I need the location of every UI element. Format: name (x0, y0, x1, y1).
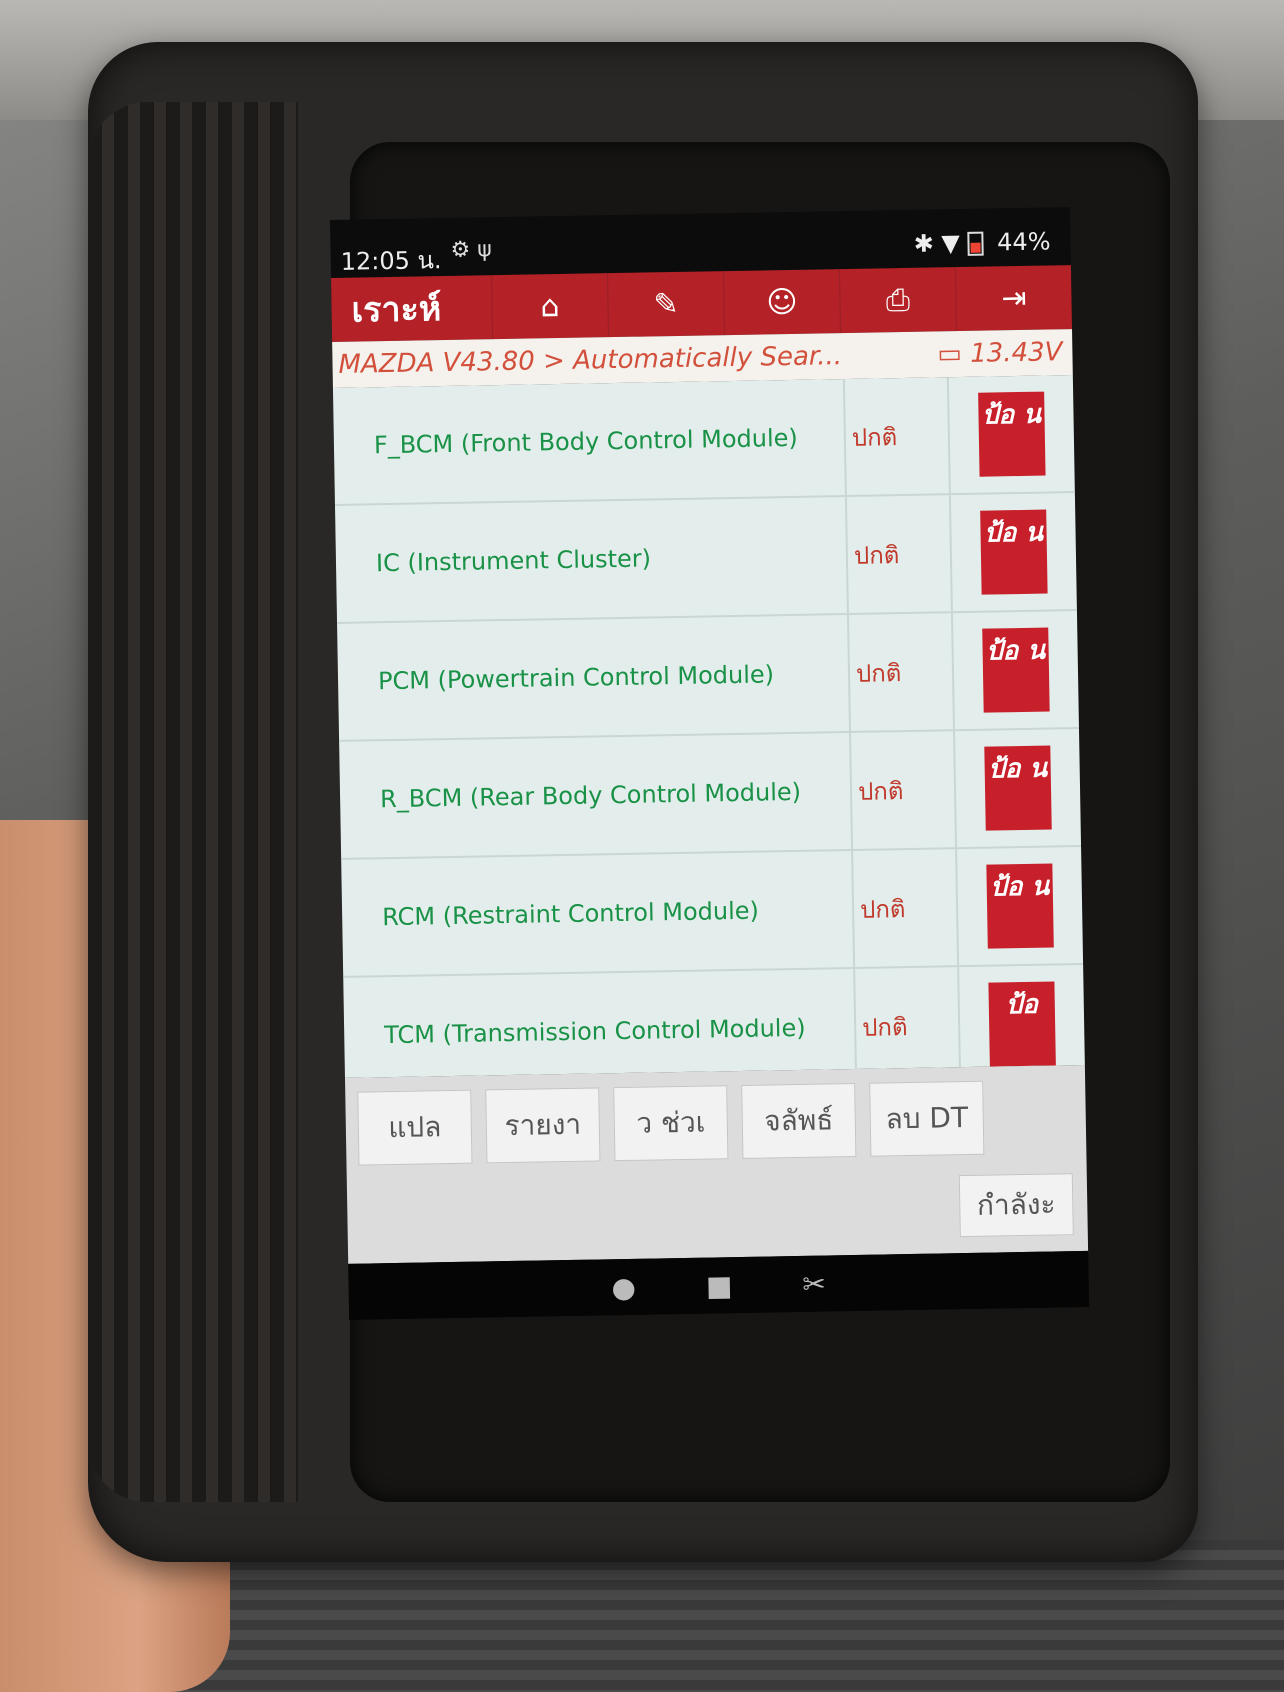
home-button[interactable]: ⌂ (490, 273, 609, 340)
enter-module-button[interactable]: ป้อ (988, 981, 1056, 1067)
module-name: F_BCM (Front Body Control Module) (332, 379, 847, 504)
translate-button[interactable]: แปล (357, 1089, 473, 1166)
module-status: ปกติ (851, 731, 958, 849)
module-row: R_BCM (Rear Body Control Module) ปกติ ป้… (339, 729, 1082, 860)
battery-level: 44% (996, 227, 1051, 257)
print-icon: ⎙ (885, 282, 911, 318)
module-name: RCM (Restraint Control Module) (341, 850, 856, 976)
voltage-value: 13.43V (969, 337, 1063, 369)
status-time: 12:05 น. (340, 246, 442, 276)
clear-dtc-button[interactable]: ลบ DT (869, 1080, 985, 1157)
enter-module-button[interactable]: ป้อ น (980, 509, 1048, 595)
results-button[interactable]: จลัพธ์ (741, 1082, 857, 1159)
print-button[interactable]: ⎙ (838, 267, 957, 334)
module-status: ปกติ (848, 613, 955, 731)
help-button[interactable]: ว ช่วเ (613, 1085, 729, 1162)
module-name: TCM (Transmission Control Module) (343, 968, 858, 1078)
module-row: F_BCM (Front Body Control Module) ปกติ ป… (332, 375, 1075, 506)
action-bar: แปล รายงา ว ช่วเ จลัพธ์ ลบ DT กำลังะ (344, 1064, 1089, 1264)
enter-module-button[interactable]: ป้อ น (982, 627, 1050, 713)
exit-button[interactable]: ⇥ (954, 265, 1073, 332)
enter-module-button[interactable]: ป้อ น (984, 745, 1052, 831)
module-name: PCM (Powertrain Control Module) (337, 615, 851, 740)
edit-icon: ✎ (653, 286, 679, 322)
edit-button[interactable]: ✎ (606, 271, 725, 338)
module-row: RCM (Restraint Control Module) ปกติ ป้อ … (341, 846, 1084, 978)
module-list: F_BCM (Front Body Control Module) ปกติ ป… (332, 375, 1085, 1078)
module-status: ปกติ (846, 495, 953, 614)
battery-icon (967, 231, 984, 256)
status-notification-icons: ⚙ ψ (450, 237, 492, 263)
enter-module-button[interactable]: ป้อ น (986, 863, 1054, 949)
tablet-screen: 12:05 น. ⚙ ψ ✱ ▼ 44% เราะห์ ⌂ ✎ ☺ ⎙ ⇥ MA… (330, 207, 1090, 1320)
recents-nav-icon[interactable]: ■ (706, 1269, 733, 1302)
module-name: IC (Instrument Cluster) (334, 497, 849, 622)
module-row: TCM (Transmission Control Module) ปกติ ป… (343, 964, 1085, 1078)
module-status: ปกติ (844, 377, 951, 496)
module-status: ปกติ (853, 849, 960, 967)
status-right: ✱ ▼ 44% (913, 227, 1050, 257)
module-name: R_BCM (Rear Body Control Module) (339, 732, 854, 858)
rubber-grip (88, 102, 298, 1502)
voltage-readout: ▭ 13.43V (937, 337, 1063, 370)
enter-module-button[interactable]: ป้อ น (978, 391, 1046, 477)
user-button[interactable]: ☺ (722, 269, 841, 336)
module-row: IC (Instrument Cluster) ปกติ ป้อ น (334, 493, 1077, 624)
app-title: เราะห์ (351, 289, 442, 331)
bluetooth-wifi-icon: ✱ ▼ (913, 229, 961, 258)
report-button[interactable]: รายงา (485, 1087, 601, 1164)
processing-button[interactable]: กำลังะ (958, 1173, 1074, 1238)
module-row: PCM (Powertrain Control Module) ปกติ ป้อ… (337, 611, 1079, 742)
home-icon: ⌂ (540, 288, 560, 324)
screenshot-nav-icon[interactable]: ✂ (802, 1267, 826, 1300)
user-icon: ☺ (766, 284, 798, 320)
module-status: ปกติ (855, 967, 962, 1078)
home-nav-icon[interactable]: ● (611, 1270, 636, 1303)
breadcrumb-path: MAZDA V43.80 > Automatically Sear... (338, 341, 843, 380)
exit-icon: ⇥ (1001, 280, 1027, 316)
